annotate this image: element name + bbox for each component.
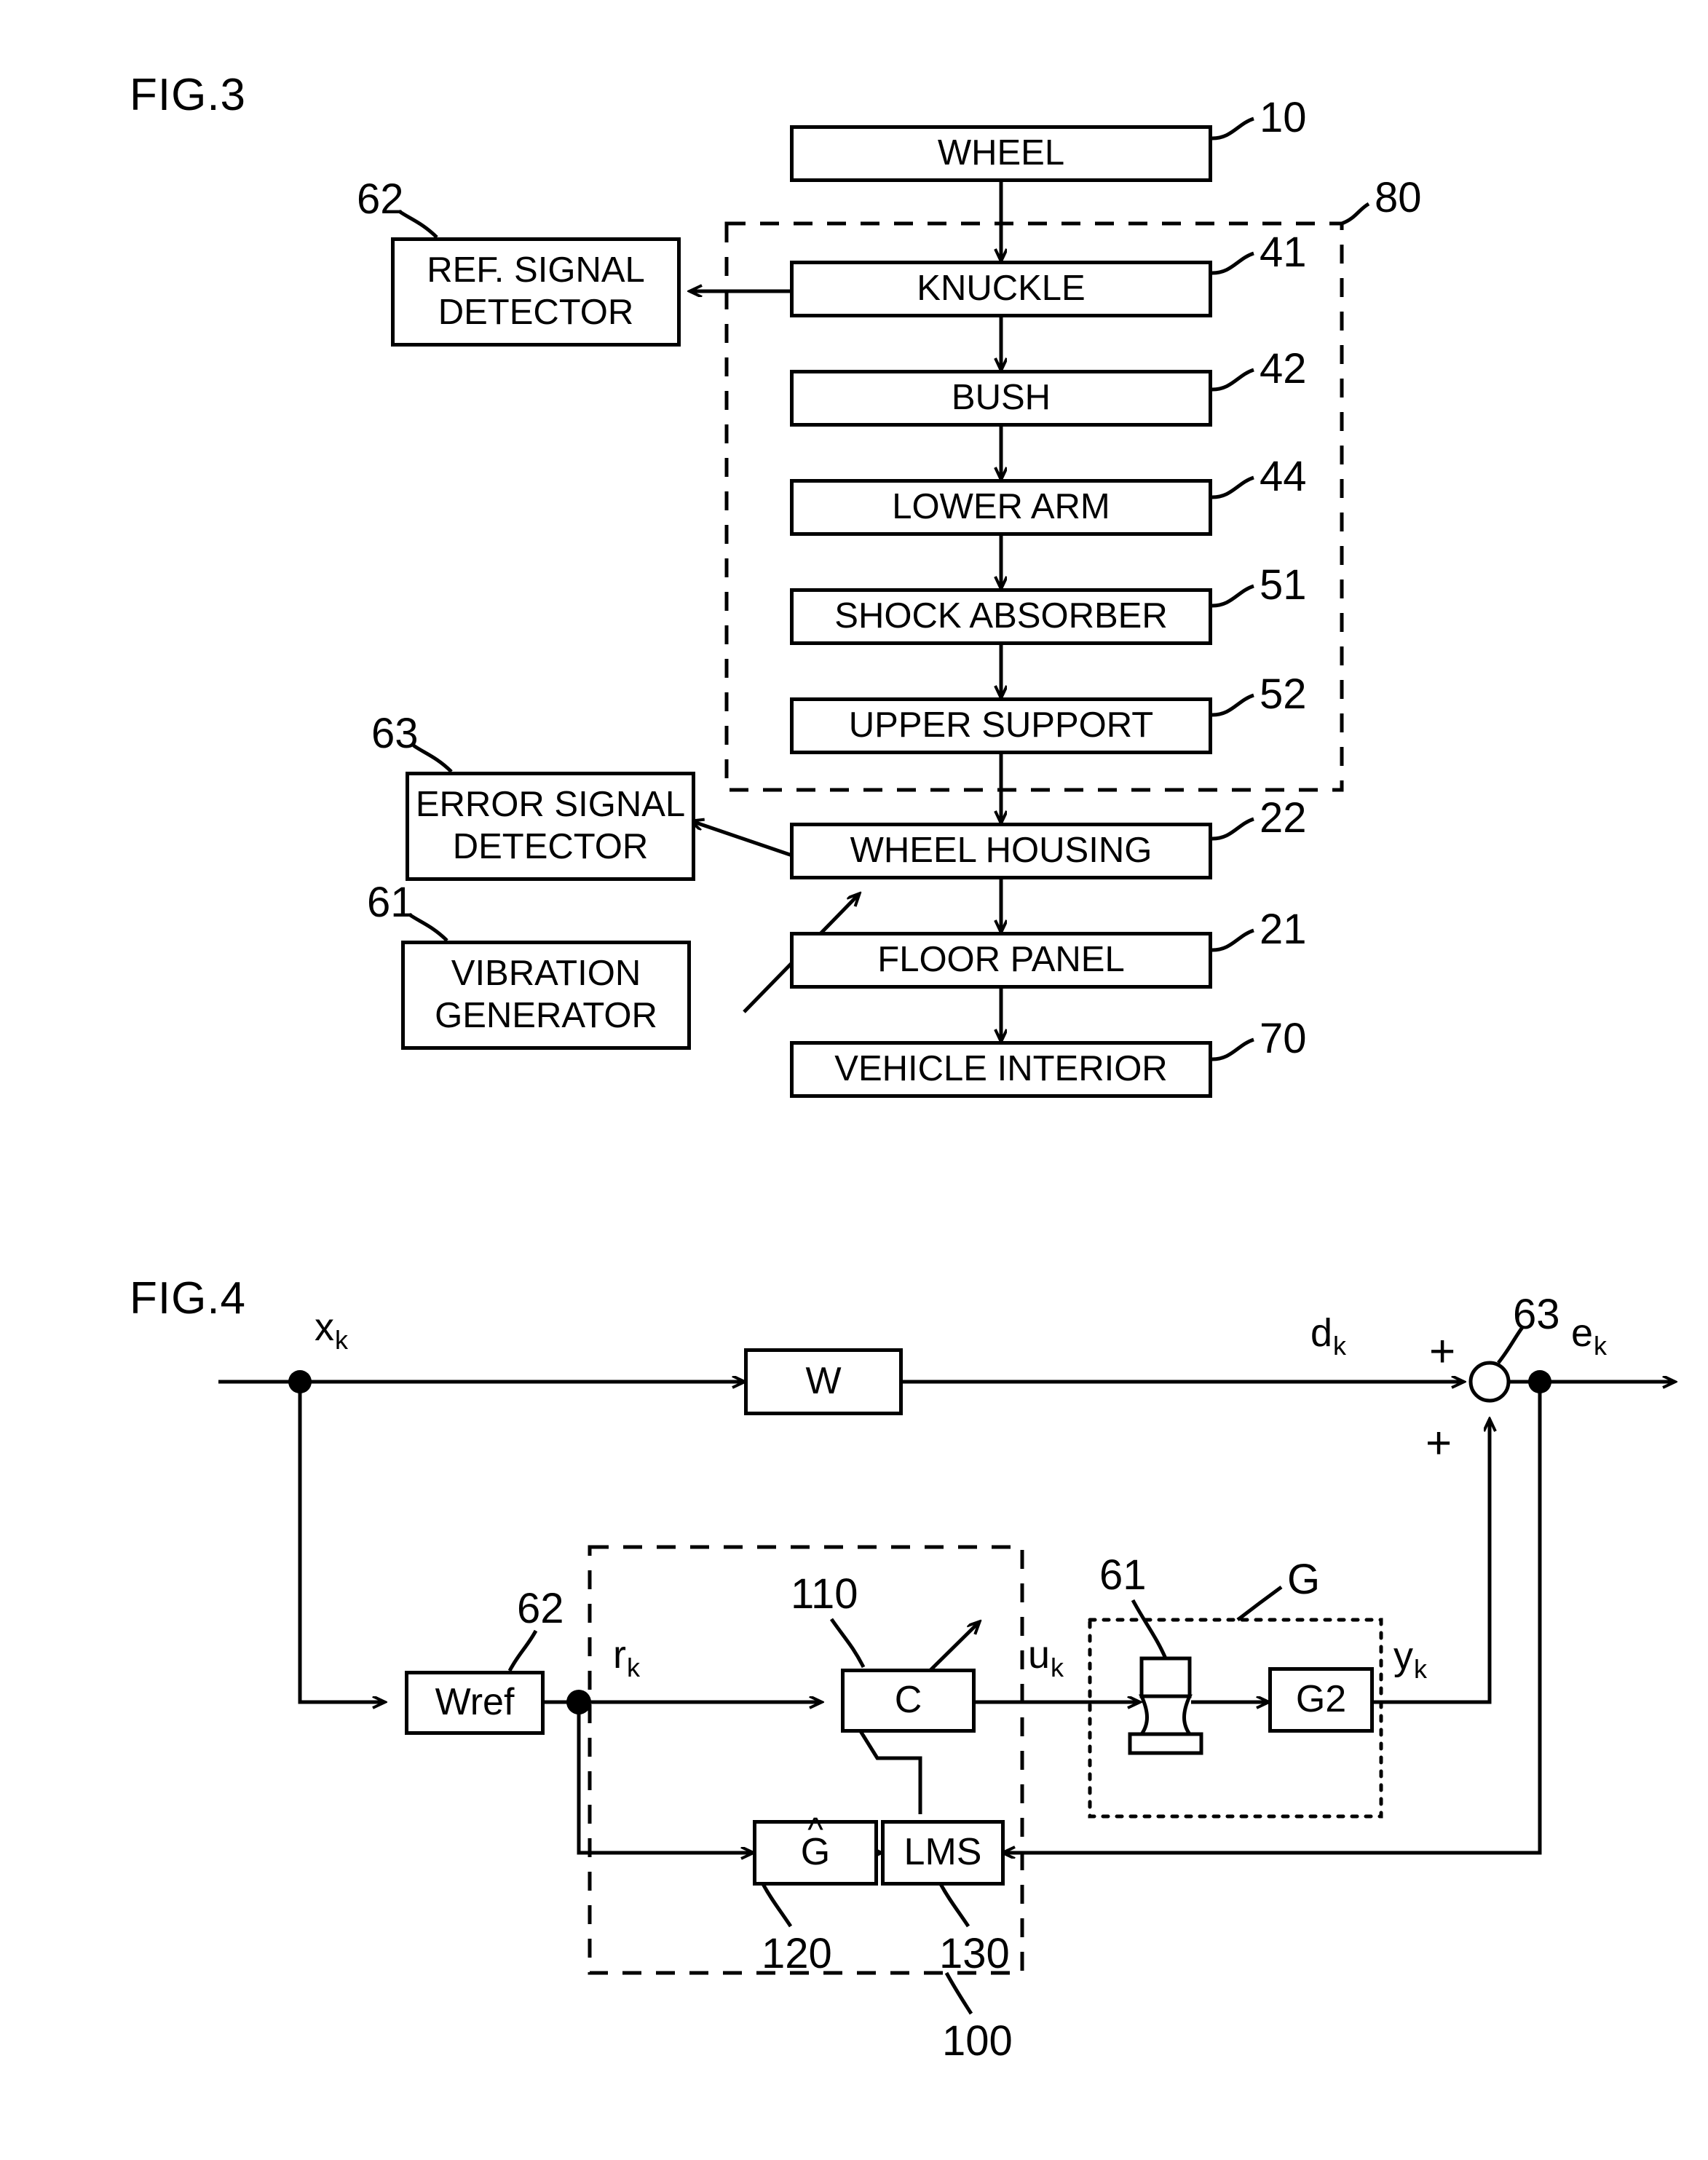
- fig3-box-lower-arm: LOWER ARM: [790, 479, 1212, 536]
- actuator-shaker-icon: [1128, 1656, 1203, 1755]
- fig3-ref-51: 51: [1260, 561, 1307, 609]
- fig3-ref-44: 44: [1260, 453, 1307, 500]
- fig3-ref-80: 80: [1375, 174, 1422, 221]
- fig4-signal-ek: ek: [1571, 1310, 1607, 1361]
- fig4-signal-ek-base: e: [1571, 1311, 1594, 1355]
- fig3-box-wheel-housing: WHEEL HOUSING: [790, 823, 1212, 879]
- fig3-box-shock-absorber-label: SHOCK ABSORBER: [834, 596, 1168, 636]
- fig4-signal-yk-sub: k: [1414, 1653, 1427, 1684]
- fig4-box-g2: G2: [1268, 1667, 1374, 1733]
- fig3-box-lower-arm-label: LOWER ARM: [892, 487, 1110, 527]
- fig3-ref-10: 10: [1260, 94, 1307, 141]
- fig3-box-upper-support-label: UPPER SUPPORT: [848, 705, 1154, 745]
- fig3-ref-22: 22: [1260, 794, 1307, 842]
- fig3-ref-52: 52: [1260, 670, 1307, 718]
- fig4-signal-xk-base: x: [315, 1305, 334, 1349]
- fig3-box-floor-panel: FLOOR PANEL: [790, 932, 1212, 989]
- fig3-title: FIG.3: [130, 70, 247, 120]
- fig3-box-knuckle-label: KNUCKLE: [917, 269, 1086, 309]
- fig3-box-bush: BUSH: [790, 370, 1212, 427]
- fig3-ref-42: 42: [1260, 345, 1307, 392]
- fig4-box-wref: Wref: [405, 1671, 545, 1735]
- fig4-signal-yk-base: y: [1393, 1634, 1413, 1678]
- fig4-ref-130: 130: [939, 1930, 1010, 1977]
- fig4-box-c: C: [841, 1669, 976, 1733]
- fig3-box-upper-support: UPPER SUPPORT: [790, 697, 1212, 754]
- summing-junction-63: [1468, 1361, 1511, 1403]
- fig4-ref-61-actuator: 61: [1099, 1551, 1147, 1599]
- fig3-box-floor-panel-label: FLOOR PANEL: [877, 940, 1125, 980]
- fig3-box-ref-signal-detector-line1: REF. SIGNAL: [427, 250, 645, 290]
- fig3-ref-41: 41: [1260, 229, 1307, 276]
- fig4-ref-62: 62: [517, 1585, 564, 1632]
- fig3-box-wheel: WHEEL: [790, 125, 1212, 182]
- fig4-box-w-label: W: [805, 1360, 842, 1403]
- fig3-box-vehicle-interior-label: VEHICLE INTERIOR: [834, 1049, 1168, 1089]
- fig4-box-g2-label: G2: [1295, 1678, 1347, 1721]
- fig4-signal-xk: xk: [315, 1305, 348, 1356]
- fig3-box-ref-signal-detector: REF. SIGNAL DETECTOR: [391, 237, 681, 347]
- fig4-signal-uk-sub: k: [1051, 1652, 1064, 1682]
- fig4-sum-sign-top: +: [1429, 1326, 1456, 1377]
- fig4-signal-dk-sub: k: [1333, 1330, 1347, 1361]
- fig3-box-ref-signal-detector-line2: DETECTOR: [438, 293, 634, 332]
- fig3-box-vibration-generator-line2: GENERATOR: [435, 996, 657, 1035]
- fig3-box-vehicle-interior: VEHICLE INTERIOR: [790, 1041, 1212, 1098]
- fig4-box-wref-label: Wref: [435, 1681, 515, 1724]
- fig3-box-vibration-generator: VIBRATION GENERATOR: [401, 941, 691, 1050]
- fig4-label-plant-g: G: [1287, 1556, 1321, 1603]
- fig3-ref-70: 70: [1260, 1015, 1307, 1062]
- fig3-box-vibration-generator-line1: VIBRATION: [451, 954, 641, 994]
- fig3-ref-21: 21: [1260, 906, 1307, 953]
- fig4-box-w: W: [744, 1348, 903, 1415]
- fig4-box-lms: LMS: [881, 1820, 1005, 1886]
- fig4-signal-dk-base: d: [1310, 1311, 1333, 1355]
- fig4-ref-63: 63: [1513, 1291, 1560, 1338]
- fig3-box-wheel-housing-label: WHEEL HOUSING: [850, 831, 1152, 871]
- fig3-box-error-signal-detector-line1: ERROR SIGNAL: [415, 785, 686, 825]
- fig4-signal-uk: uk: [1028, 1632, 1064, 1683]
- fig4-box-ghat-symbol: ^ G: [801, 1813, 830, 1875]
- fig4-ref-120: 120: [762, 1930, 832, 1977]
- fig3-ref-62: 62: [357, 175, 404, 223]
- fig3-box-error-signal-detector: ERROR SIGNAL DETECTOR: [406, 772, 695, 881]
- fig4-signal-rk-sub: k: [626, 1652, 640, 1682]
- fig4-signal-xk-sub: k: [335, 1324, 348, 1355]
- fig4-signal-yk: yk: [1393, 1634, 1427, 1685]
- fig4-signal-rk-base: r: [613, 1633, 626, 1677]
- fig4-sum-sign-bottom: +: [1426, 1418, 1452, 1468]
- fig4-signal-uk-base: u: [1028, 1633, 1051, 1677]
- fig3-box-bush-label: BUSH: [951, 378, 1051, 418]
- fig4-title: FIG.4: [130, 1273, 247, 1324]
- fig3-ref-61: 61: [367, 879, 414, 926]
- fig3-box-wheel-label: WHEEL: [937, 133, 1065, 173]
- fig4-signal-dk: dk: [1310, 1310, 1346, 1361]
- fig4-box-ghat-hat: ^: [807, 1811, 823, 1849]
- fig4-box-c-label: C: [894, 1679, 922, 1722]
- fig3-ref-63: 63: [371, 710, 419, 757]
- fig4-signal-rk: rk: [613, 1632, 640, 1683]
- fig3-box-error-signal-detector-line2: DETECTOR: [452, 827, 649, 866]
- fig4-ref-110: 110: [791, 1570, 858, 1618]
- fig4-box-lms-label: LMS: [904, 1831, 982, 1874]
- fig4-signal-ek-sub: k: [1594, 1330, 1608, 1361]
- fig3-box-shock-absorber: SHOCK ABSORBER: [790, 588, 1212, 645]
- fig3-box-knuckle: KNUCKLE: [790, 261, 1212, 317]
- fig4-ref-100: 100: [942, 2017, 1013, 2065]
- fig4-box-ghat: ^ G: [753, 1813, 878, 1886]
